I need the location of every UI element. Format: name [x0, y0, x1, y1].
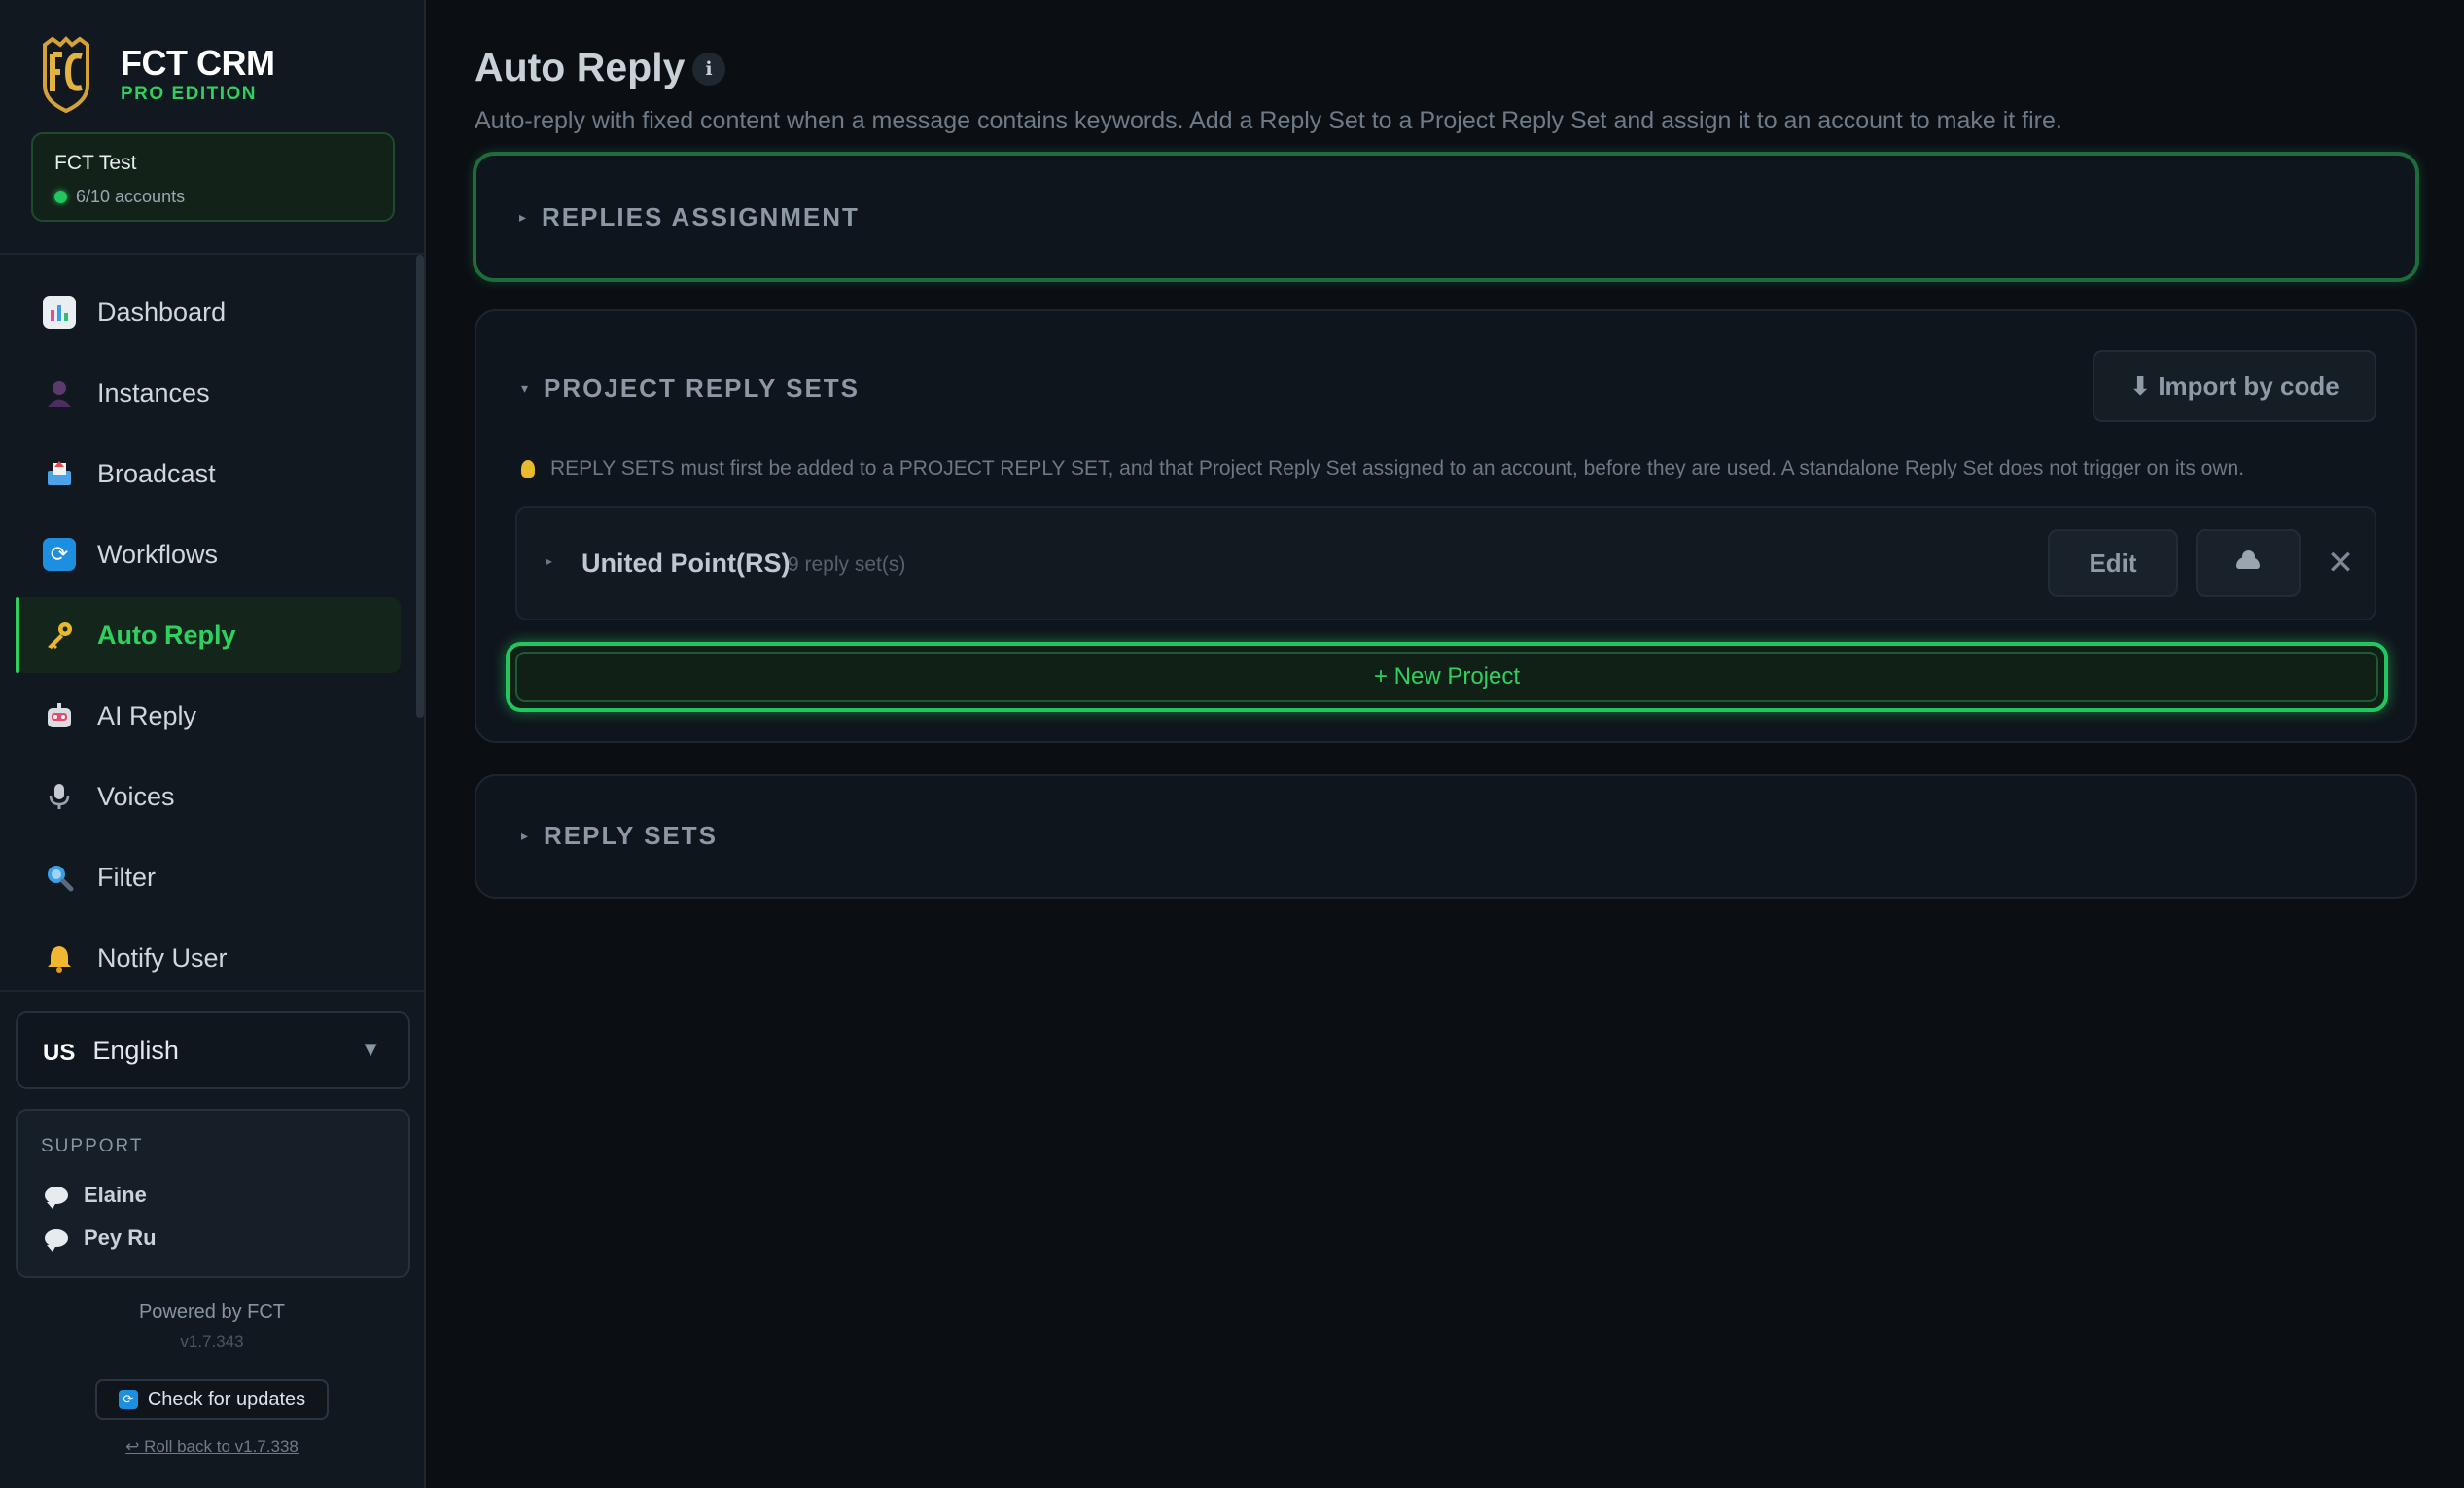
chat-bubble-icon: [45, 1187, 68, 1209]
section-title: REPLIES ASSIGNMENT: [542, 202, 860, 231]
chat-bubble-icon: [45, 1229, 68, 1252]
sidebar-item-dashboard[interactable]: Dashboard: [16, 274, 401, 350]
lightbulb-icon: [521, 460, 535, 478]
sidebar-item-voices[interactable]: Voices: [16, 759, 401, 834]
sidebar-item-workflows[interactable]: ⟳ Workflows: [16, 516, 401, 592]
cloud-share-button[interactable]: [2196, 529, 2301, 597]
rollback-link[interactable]: ↩ Roll back to v1.7.338: [0, 1437, 424, 1457]
expand-triangle-icon: ▸: [519, 209, 527, 225]
sidebar-item-instances[interactable]: Instances: [16, 355, 401, 431]
cloud-icon: [2236, 550, 2260, 569]
sidebar-item-label: Filter: [97, 862, 156, 892]
page-description: Auto-reply with fixed content when a mes…: [475, 107, 2062, 134]
refresh-icon: ⟳: [43, 538, 76, 571]
account-name: FCT Test: [54, 152, 137, 174]
microphone-icon: [43, 780, 76, 813]
project-name: United Point(RS): [581, 549, 791, 578]
section-title: PROJECT REPLY SETS: [544, 373, 861, 403]
check-updates-label: Check for updates: [147, 1388, 306, 1410]
collapse-triangle-icon: ▾: [521, 380, 529, 396]
sidebar-item-label: Voices: [97, 781, 175, 811]
expand-triangle-icon: ▸: [521, 828, 529, 843]
sidebar-item-label: Dashboard: [97, 297, 227, 327]
account-selector[interactable]: FCT Test 6/10 accounts: [31, 132, 395, 222]
support-contact-name: Elaine: [84, 1183, 147, 1207]
language-label: English: [92, 1035, 179, 1065]
project-count: 9 reply set(s): [788, 553, 906, 576]
brand-edition: PRO EDITION: [121, 84, 258, 104]
caret-down-icon: ▼: [360, 1037, 381, 1061]
fct-shield-logo-icon: [43, 36, 89, 113]
divider: [0, 990, 424, 992]
sidebar-item-label: Broadcast: [97, 458, 216, 488]
hint-text: REPLY SETS must first be added to a PROJ…: [550, 457, 2245, 479]
delete-icon[interactable]: ✕: [2324, 547, 2357, 580]
sidebar-item-ai-reply[interactable]: AI Reply: [16, 678, 401, 754]
sidebar-item-broadcast[interactable]: Broadcast: [16, 436, 401, 512]
replies-assignment-panel: ▸ REPLIES ASSIGNMENT: [473, 152, 2419, 282]
import-by-code-button[interactable]: ⬇ Import by code: [2093, 350, 2376, 422]
project-reply-sets-panel: ▾ PROJECT REPLY SETS ⬇ Import by code RE…: [475, 309, 2417, 743]
dashboard-chart-icon: [43, 296, 76, 329]
account-count: 6/10 accounts: [76, 187, 186, 206]
support-panel: SUPPORT Elaine Pey Ru: [16, 1109, 410, 1278]
sidebar-item-notify-user[interactable]: Notify User: [16, 920, 401, 996]
key-icon: [43, 619, 76, 652]
support-contact-elaine[interactable]: Elaine: [45, 1183, 147, 1209]
brand-title: FCT CRM: [121, 43, 275, 83]
sidebar-item-label: AI Reply: [97, 700, 197, 730]
refresh-icon: ⟳: [118, 1390, 138, 1409]
support-contact-name: Pey Ru: [84, 1225, 157, 1250]
magnifier-icon: [43, 861, 76, 894]
project-reply-sets-header[interactable]: ▾ PROJECT REPLY SETS: [521, 373, 860, 404]
divider: [0, 253, 424, 255]
powered-by: Powered by FCT: [138, 1301, 286, 1323]
online-status-dot-icon: [54, 191, 67, 203]
sidebar-item-auto-reply[interactable]: Auto Reply: [16, 597, 401, 673]
sidebar-item-label: Auto Reply: [97, 620, 236, 650]
sidebar-item-label: Instances: [97, 377, 210, 407]
info-hint: REPLY SETS must first be added to a PROJ…: [521, 457, 2244, 480]
info-icon[interactable]: i: [692, 53, 725, 86]
new-project-label: + New Project: [1373, 663, 1521, 690]
sidebar-item-filter[interactable]: Filter: [16, 839, 401, 915]
support-contact-pey-ru[interactable]: Pey Ru: [45, 1225, 157, 1252]
reply-sets-panel: ▸ REPLY SETS: [475, 774, 2417, 899]
brand: FCT CRM PRO EDITION: [39, 35, 389, 113]
us-flag-icon: US: [43, 1040, 76, 1066]
section-title: REPLY SETS: [544, 821, 718, 850]
replies-assignment-header[interactable]: ▸ REPLIES ASSIGNMENT: [519, 202, 860, 232]
page-title: Auto Reply: [475, 45, 686, 89]
sidebar-item-label: Notify User: [97, 942, 228, 973]
outbox-icon: [43, 457, 76, 490]
reply-sets-header[interactable]: ▸ REPLY SETS: [521, 821, 718, 851]
sidebar-scrollbar[interactable]: [416, 255, 424, 718]
support-title: SUPPORT: [41, 1136, 144, 1156]
sidebar-item-label: Workflows: [97, 539, 219, 569]
bell-icon: [43, 941, 76, 974]
sidebar-nav: Dashboard Instances Broadcast ⟳ Workflow…: [16, 274, 401, 1001]
check-updates-button[interactable]: ⟳ Check for updates: [95, 1379, 329, 1420]
language-select[interactable]: US English ▼: [16, 1011, 410, 1089]
app-version: v1.7.343: [180, 1332, 244, 1351]
sidebar: FCT CRM PRO EDITION FCT Test 6/10 accoun…: [0, 0, 426, 1488]
project-row[interactable]: ▸ United Point(RS) 9 reply set(s) Edit ✕: [515, 506, 2376, 620]
robot-icon: [43, 699, 76, 732]
edit-button[interactable]: Edit: [2048, 529, 2178, 597]
person-icon: [43, 376, 76, 409]
new-project-button[interactable]: + New Project: [506, 642, 2388, 712]
expand-triangle-icon[interactable]: ▸: [546, 554, 552, 568]
